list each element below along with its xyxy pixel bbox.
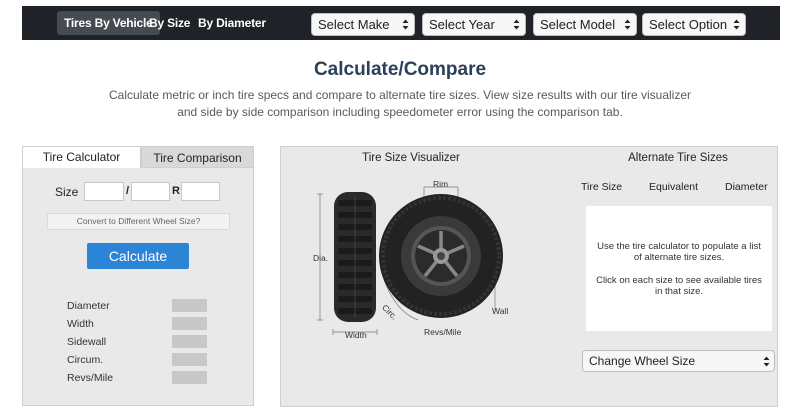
visualizer-title: Tire Size Visualizer	[362, 152, 460, 164]
result-label-revs-mile: Revs/Mile	[67, 372, 114, 384]
diagram-label-rim: Rim	[433, 179, 449, 189]
alternate-sizes-title: Alternate Tire Sizes	[628, 152, 728, 164]
page-description: Calculate metric or inch tire specs and …	[100, 87, 700, 121]
calculate-button[interactable]: Calculate	[87, 243, 189, 269]
select-make-label: Select Make	[318, 17, 390, 32]
convert-wheel-size-button[interactable]: Convert to Different Wheel Size?	[47, 213, 230, 230]
result-value-sidewall	[172, 335, 207, 348]
column-header-tire-size: Tire Size	[581, 181, 623, 193]
size-separator-r: R	[172, 185, 180, 197]
aspect-ratio-input[interactable]	[131, 182, 170, 201]
select-option-label: Select Option	[649, 17, 728, 32]
diagram-label-revs-mile: Revs/Mile	[424, 327, 462, 337]
size-separator-slash: /	[126, 185, 130, 197]
diagram-label-wall: Wall	[492, 306, 509, 316]
tire-diagram	[317, 186, 503, 335]
chevron-updown-icon	[402, 17, 409, 32]
result-value-revs-mile	[172, 371, 207, 384]
diagram-label-diameter: Dia.	[313, 253, 329, 263]
select-year[interactable]: Select Year	[422, 13, 526, 36]
select-model-label: Select Model	[540, 17, 616, 32]
alternate-sizes-message-2: Click on each size to see available tire…	[596, 275, 762, 297]
result-label-sidewall: Sidewall	[67, 336, 107, 348]
select-model[interactable]: Select Model	[533, 13, 637, 36]
description-line-2: and side by side comparison including sp…	[177, 105, 623, 119]
select-option[interactable]: Select Option	[642, 13, 746, 36]
select-make[interactable]: Select Make	[311, 13, 415, 36]
size-label: Size	[55, 185, 79, 199]
change-wheel-size-label: Change Wheel Size	[589, 354, 696, 368]
change-wheel-size-select[interactable]: Change Wheel Size	[582, 350, 775, 372]
chevron-updown-icon	[733, 17, 740, 32]
result-label-width: Width	[67, 318, 94, 330]
tire-width-input[interactable]	[84, 182, 124, 201]
result-label-diameter: Diameter	[67, 300, 110, 312]
select-year-label: Select Year	[429, 17, 495, 32]
chevron-updown-icon	[624, 17, 631, 32]
tab-by-diameter[interactable]: By Diameter	[191, 11, 273, 35]
result-value-diameter	[172, 299, 207, 312]
tab-tire-comparison[interactable]: Tire Comparison	[141, 146, 254, 168]
tab-tire-calculator[interactable]: Tire Calculator	[22, 146, 141, 168]
description-line-1: Calculate metric or inch tire specs and …	[108, 88, 691, 102]
alternate-sizes-message-1: Use the tire calculator to populate a li…	[597, 241, 761, 263]
chevron-updown-icon	[763, 354, 770, 375]
result-value-width	[172, 317, 207, 330]
column-header-equivalent: Equivalent	[649, 181, 699, 193]
diagram-label-width: Width	[345, 330, 367, 340]
page-title: Calculate/Compare	[313, 59, 487, 80]
chevron-updown-icon	[513, 17, 520, 32]
tab-by-size[interactable]: By Size	[142, 11, 197, 35]
rim-diameter-input[interactable]	[181, 182, 220, 201]
calculator-body	[23, 168, 253, 405]
result-label-circumference: Circum.	[67, 354, 104, 366]
column-header-diameter: Diameter	[725, 181, 768, 193]
alternate-sizes-list	[586, 206, 772, 331]
result-value-circumference	[172, 353, 207, 366]
